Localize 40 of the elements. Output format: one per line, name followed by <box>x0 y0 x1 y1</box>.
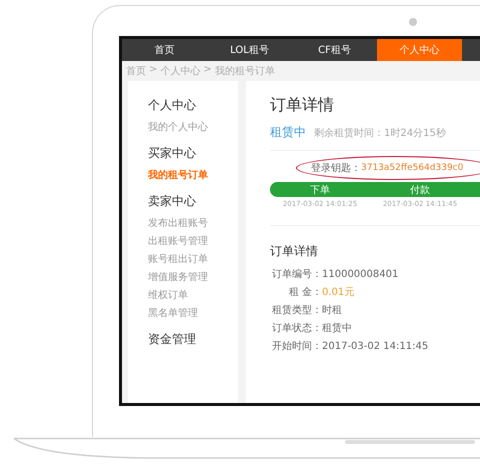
detail-label: 订单编号： <box>271 268 322 281</box>
sidebar-group-title: 资金管理 <box>148 331 197 348</box>
camera-icon <box>409 18 417 26</box>
detail-label: 租赁类型： <box>271 304 322 317</box>
detail-value: 时租 <box>322 304 342 317</box>
sidebar-item[interactable]: 我的租号订单 <box>148 167 238 185</box>
detail-label: 租 金： <box>288 286 322 299</box>
sidebar-item[interactable]: 黑名单管理 <box>148 305 238 323</box>
step-label: 付款 <box>409 184 431 197</box>
sidebar-group-title: 买家中心 <box>148 145 197 162</box>
sidebar-group-title: 卖家中心 <box>148 193 197 210</box>
login-key-value: 3713a52ffe564d339c0 <box>361 163 464 173</box>
sidebar-group-title: 个人中心 <box>148 97 197 114</box>
sidebar-item[interactable]: 维权订单 <box>148 287 238 305</box>
nav-tab[interactable]: CF租号 <box>292 39 377 61</box>
breadcrumb-link[interactable]: 我的租号订单 <box>214 64 275 78</box>
breadcrumb-link[interactable]: 首页 <box>126 64 146 78</box>
sidebar-item[interactable]: 账号租出订单 <box>148 251 238 269</box>
detail-value: 110000008401 <box>322 268 398 280</box>
sidebar-item[interactable]: 发布出租账号 <box>148 215 238 233</box>
detail-label: 订单状态： <box>271 322 322 335</box>
sidebar-item[interactable]: 增值服务管理 <box>148 269 238 287</box>
detail-value: 租赁中 <box>322 322 352 335</box>
nav-tab[interactable]: 首页 <box>122 39 207 61</box>
nav-tab[interactable]: 个人中心 <box>377 39 462 61</box>
remaining-time: 剩余租赁时间：1时24分15秒 <box>314 126 446 140</box>
login-key-label: 登录钥匙： <box>311 162 361 175</box>
page-title: 订单详情 <box>270 95 335 116</box>
order-status: 租赁中 <box>270 124 306 141</box>
breadcrumb-separator: > <box>203 64 212 77</box>
breadcrumb-link[interactable]: 个人中心 <box>160 64 200 78</box>
breadcrumb-separator: > <box>149 64 158 77</box>
nav-tab[interactable]: LOL租号 <box>207 39 292 61</box>
detail-value: 0.01元 <box>322 286 354 299</box>
detail-value: 2017-03-02 14:11:45 <box>322 340 428 352</box>
sidebar-item[interactable]: 出租账号管理 <box>148 233 238 251</box>
sidebar-item[interactable]: 我的个人中心 <box>148 119 238 137</box>
step-label: 下单 <box>309 184 331 197</box>
section-title: 订单详情 <box>270 243 319 260</box>
detail-label: 开始时间： <box>271 340 322 353</box>
